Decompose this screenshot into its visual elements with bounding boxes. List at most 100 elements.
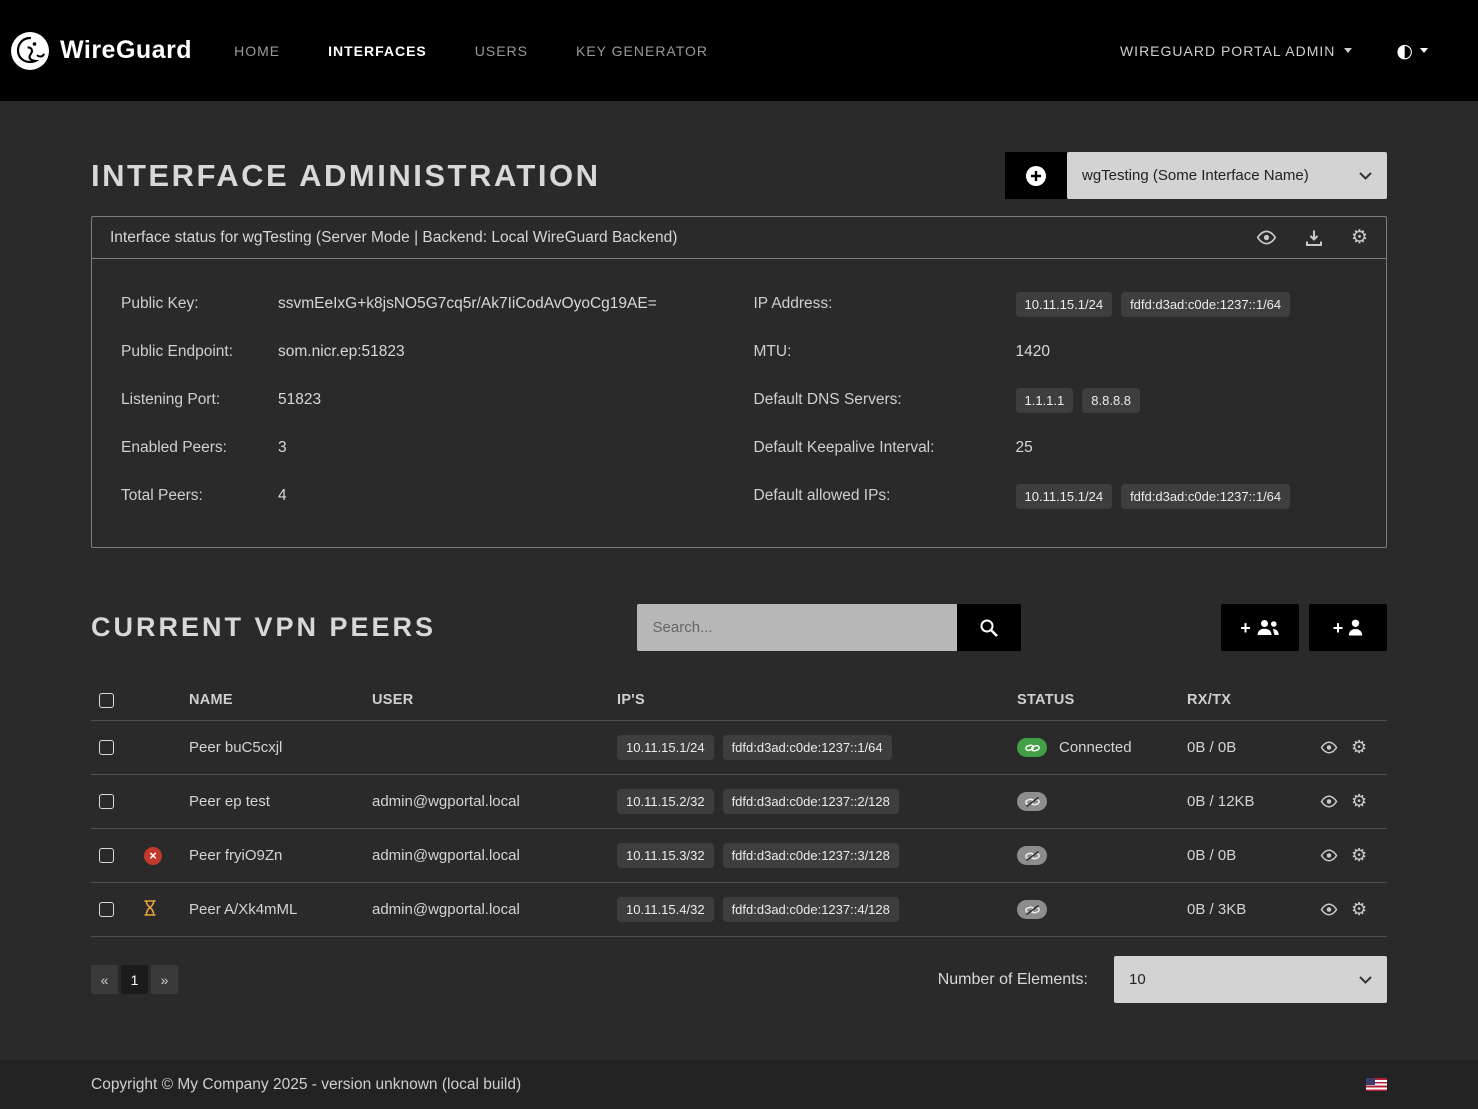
nav-users[interactable]: USERS [475,43,528,59]
disconnected-link-slash-icon [1017,846,1047,865]
peer-ip-badge: fdfd:d3ad:c0de:1237::1/64 [723,735,892,760]
theme-toggle-dropdown[interactable]: ◐ [1396,40,1428,62]
peer-status-text: Connected [1059,739,1132,756]
add-interface-button[interactable] [1005,152,1067,199]
field-label: Enabled Peers: [121,439,278,457]
peer-user [364,721,609,775]
copyright-text: Copyright © My Company 2025 - version un… [91,1076,521,1094]
chevron-down-icon [1359,976,1372,984]
row-checkbox[interactable] [99,794,114,809]
pagination-next[interactable]: » [151,965,178,994]
us-flag-icon[interactable] [1366,1078,1387,1091]
brand-name: WireGuard [60,36,192,65]
peer-settings-gear-icon[interactable]: ⚙ [1351,739,1367,757]
public-endpoint-value: som.nicr.ep:51823 [278,343,405,361]
listening-port-value: 51823 [278,391,321,409]
wireguard-logo-icon [10,31,50,71]
nav-links: HOME INTERFACES USERS KEY GENERATOR [234,43,708,59]
peer-row: × Peer fryiO9Zn admin@wgportal.local 10.… [91,829,1387,883]
peer-rxtx: 0B / 0B [1179,829,1312,883]
search-button[interactable] [957,604,1021,651]
footer: Copyright © My Company 2025 - version un… [0,1060,1478,1109]
peer-expired-icon: × [144,847,162,865]
pagination-page-1[interactable]: 1 [121,965,148,994]
row-checkbox[interactable] [99,740,114,755]
peer-ip-badge: fdfd:d3ad:c0de:1237::4/128 [723,897,899,922]
nav-interfaces[interactable]: INTERFACES [328,43,427,59]
search-icon [979,618,999,638]
interface-select-value: wgTesting (Some Interface Name) [1082,167,1309,184]
peer-name: Peer buC5cxjl [181,721,364,775]
page-title: INTERFACE ADMINISTRATION [91,158,601,194]
disconnected-link-slash-icon [1017,900,1047,919]
table-header-row: NAME USER IP'S STATUS RX/TX [91,680,1387,721]
field-label: MTU: [754,343,1016,361]
peer-view-eye-icon[interactable] [1320,795,1338,808]
plus-circle-icon [1025,165,1047,187]
field-label: Default Keepalive Interval: [754,439,1016,457]
select-all-checkbox[interactable] [99,693,114,708]
peer-settings-gear-icon[interactable]: ⚙ [1351,901,1367,919]
field-label: Public Endpoint: [121,343,278,361]
peer-rxtx: 0B / 3KB [1179,883,1312,937]
peer-view-eye-icon[interactable] [1320,903,1338,916]
user-menu-dropdown[interactable]: WIREGUARD PORTAL ADMIN [1120,43,1352,59]
total-peers-value: 4 [278,487,287,505]
field-label: Default allowed IPs: [754,487,1016,505]
peer-row: Peer A/Xk4mML admin@wgportal.local 10.11… [91,883,1387,937]
view-config-eye-icon[interactable] [1256,230,1277,245]
peer-name: Peer ep test [181,775,364,829]
peer-ip-badge: fdfd:d3ad:c0de:1237::2/128 [723,789,899,814]
field-label: Total Peers: [121,487,278,505]
peer-ip-badge: 10.11.15.1/24 [617,735,714,760]
add-peer-button[interactable]: + [1309,604,1387,651]
caret-down-icon [1344,48,1352,53]
col-header-ips: IP'S [609,680,1009,721]
ip-badge: 10.11.15.1/24 [1016,292,1113,317]
peer-settings-gear-icon[interactable]: ⚙ [1351,847,1367,865]
enabled-peers-value: 3 [278,439,287,457]
elements-per-page-select[interactable]: 10 [1114,956,1387,1003]
peer-view-eye-icon[interactable] [1320,741,1338,754]
chevron-down-icon [1359,172,1372,180]
main-content: INTERFACE ADMINISTRATION wgTesting (Some… [91,101,1387,1003]
download-config-icon[interactable] [1305,229,1323,247]
allowed-ip-badge: fdfd:d3ad:c0de:1237::1/64 [1121,484,1290,509]
peer-name: Peer fryiO9Zn [181,829,364,883]
pagination-prev[interactable]: « [91,965,118,994]
nav-key-generator[interactable]: KEY GENERATOR [576,43,708,59]
field-label: IP Address: [754,295,1016,313]
col-header-rxtx: RX/TX [1179,680,1312,721]
plus-icon: + [1240,619,1251,637]
navbar: WireGuard HOME INTERFACES USERS KEY GENE… [0,0,1478,101]
peer-user: admin@wgportal.local [364,775,609,829]
row-checkbox[interactable] [99,902,114,917]
col-header-name: NAME [181,680,364,721]
search-input[interactable] [637,604,957,651]
nav-home[interactable]: HOME [234,43,280,59]
interface-settings-gear-icon[interactable]: ⚙ [1351,228,1368,247]
peer-ip-badge: 10.11.15.4/32 [617,897,714,922]
interface-select[interactable]: wgTesting (Some Interface Name) [1067,152,1387,199]
dns-badge: 8.8.8.8 [1082,388,1140,413]
peer-expiring-hourglass-icon [144,900,156,916]
brand[interactable]: WireGuard [10,31,192,71]
peers-table: NAME USER IP'S STATUS RX/TX Peer buC5cxj… [91,680,1387,937]
peer-ip-badge: 10.11.15.2/32 [617,789,714,814]
connected-link-icon [1017,738,1047,757]
field-label: Public Key: [121,295,278,313]
field-label: Listening Port: [121,391,278,409]
peers-section-title: CURRENT VPN PEERS [91,612,436,643]
plus-icon: + [1333,619,1344,637]
row-checkbox[interactable] [99,848,114,863]
col-header-user: USER [364,680,609,721]
add-multiple-peers-button[interactable]: + [1221,604,1299,651]
mtu-value: 1420 [1016,343,1050,361]
interface-status-card: Interface status for wgTesting (Server M… [91,216,1387,548]
allowed-ip-badge: 10.11.15.1/24 [1016,484,1113,509]
peer-view-eye-icon[interactable] [1320,849,1338,862]
peer-settings-gear-icon[interactable]: ⚙ [1351,793,1367,811]
peer-row: Peer buC5cxjl 10.11.15.1/24 fdfd:d3ad:c0… [91,721,1387,775]
elements-per-page-value: 10 [1129,971,1146,988]
card-title: Interface status for wgTesting (Server M… [110,229,677,247]
